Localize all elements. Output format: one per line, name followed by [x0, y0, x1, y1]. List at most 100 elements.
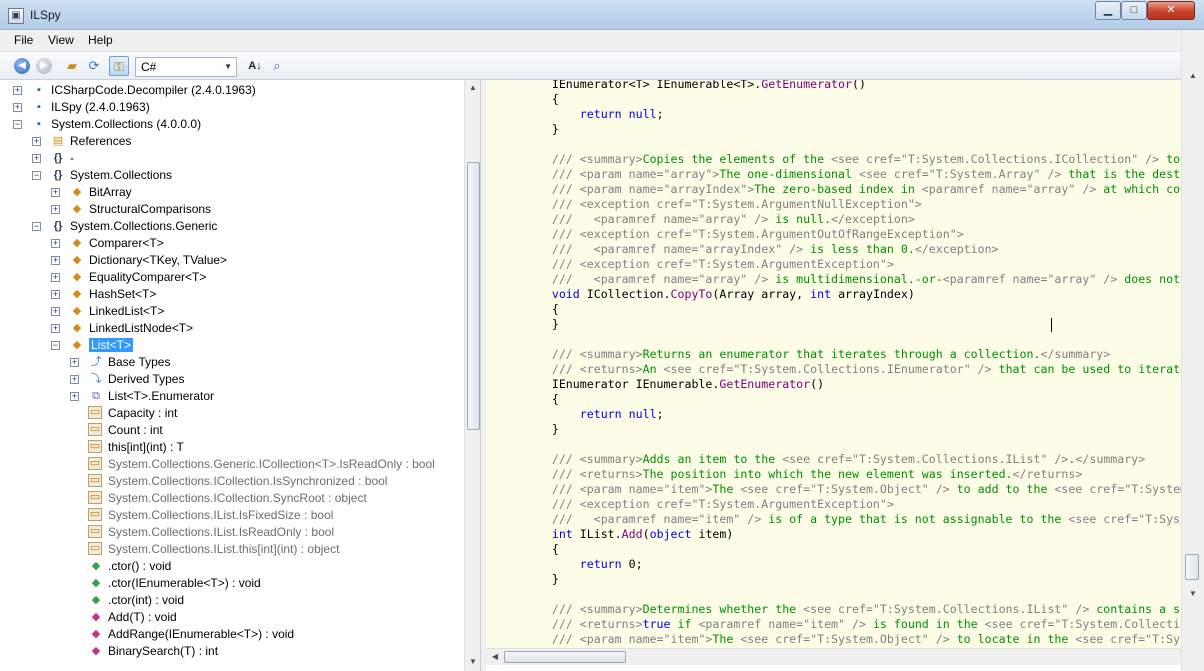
- menu-help[interactable]: Help: [88, 33, 113, 47]
- tree-item-label: BinarySearch(T) : int: [108, 644, 219, 658]
- code-token: <see cref="T:System.Object" />: [740, 632, 950, 646]
- code-token: /// <param name="item">: [496, 482, 713, 496]
- expand-icon[interactable]: +: [70, 358, 79, 367]
- tree-item[interactable]: ◆ Add(T) : void: [0, 609, 464, 626]
- assembly-tree[interactable]: + ▪ ICSharpCode.Decompiler (2.4.0.1963) + ▪ I…: [0, 80, 481, 671]
- tree-item[interactable]: ◆ .ctor() : void: [0, 558, 464, 575]
- expand-icon[interactable]: +: [51, 188, 60, 197]
- tree-item[interactable]: + ◆ StructuralComparisons: [0, 201, 464, 218]
- code-token: /// <param name="item">: [496, 632, 713, 646]
- tree-item[interactable]: − {} System.Collections: [0, 167, 464, 184]
- tree-item[interactable]: + ◆ LinkedList<T>: [0, 303, 464, 320]
- expand-icon[interactable]: +: [70, 392, 79, 401]
- expand-icon[interactable]: +: [51, 273, 60, 282]
- open-icon[interactable]: ▰: [62, 56, 82, 76]
- tree-item[interactable]: + {} -: [0, 150, 464, 167]
- scroll-down-icon[interactable]: ▼: [1185, 586, 1201, 602]
- tree-item[interactable]: ▭ System.Collections.ICollection.IsSynchr…: [0, 473, 464, 490]
- scroll-down-icon[interactable]: ▼: [465, 654, 480, 670]
- expand-icon[interactable]: +: [51, 290, 60, 299]
- method-icon: ◆: [91, 611, 101, 623]
- tree-item[interactable]: ▭ System.Collections.ICollection.SyncRoot…: [0, 490, 464, 507]
- expand-icon[interactable]: +: [32, 154, 41, 163]
- close-button[interactable]: ✕: [1147, 1, 1195, 20]
- expand-icon[interactable]: +: [51, 239, 60, 248]
- tree-item[interactable]: + ◆ HashSet<T>: [0, 286, 464, 303]
- back-icon[interactable]: ◀: [14, 58, 30, 74]
- collapse-icon[interactable]: −: [32, 222, 41, 231]
- tree-item-label: System.Collections.ICollection.SyncRoot …: [108, 491, 367, 505]
- show-all-toggle-icon[interactable]: ⚿: [109, 56, 129, 76]
- scroll-left-icon[interactable]: ◀: [487, 649, 503, 665]
- tree-item[interactable]: + ▤ References: [0, 133, 464, 150]
- expand-icon[interactable]: +: [51, 324, 60, 333]
- code-token: (Array array,: [712, 287, 811, 301]
- tree-item[interactable]: ▭ this[int](int) : T: [0, 439, 464, 456]
- collapse-icon[interactable]: −: [32, 171, 41, 180]
- tree-item[interactable]: ◆ .ctor(IEnumerable<T>) : void: [0, 575, 464, 592]
- tree-item[interactable]: − {} System.Collections.Generic: [0, 218, 464, 235]
- expand-icon[interactable]: +: [51, 307, 60, 316]
- tree-item-label: -: [70, 151, 74, 165]
- scroll-up-icon[interactable]: ▲: [465, 80, 480, 96]
- expand-icon[interactable]: +: [13, 86, 22, 95]
- scroll-up-icon[interactable]: ▲: [1185, 68, 1201, 84]
- tree-item[interactable]: ▭ System.Collections.IList.IsFixedSize : …: [0, 507, 464, 524]
- tree-item[interactable]: + ⤵ Derived Types: [0, 371, 464, 388]
- minimize-button[interactable]: ▁: [1095, 1, 1121, 20]
- code-horizontal-scrollbar[interactable]: ◀: [486, 648, 1181, 665]
- collapse-icon[interactable]: −: [51, 341, 60, 350]
- class-icon: ◆: [72, 186, 82, 198]
- tree-item[interactable]: + ◆ BitArray: [0, 184, 464, 201]
- code-line: /// <param name="arrayIndex">The zero-ba…: [496, 182, 1181, 197]
- tree-item[interactable]: + ◆ Comparer<T>: [0, 235, 464, 252]
- code-token: An: [642, 362, 664, 376]
- code-token: object: [649, 527, 692, 541]
- code-token: <see cref="T:System.Collections.ICollect…: [831, 152, 1160, 166]
- tree-item[interactable]: + ◆ LinkedListNode<T>: [0, 320, 464, 337]
- code-scrollbar[interactable]: ▲ ▼: [1181, 30, 1204, 671]
- tree-item[interactable]: ▭ Capacity : int: [0, 405, 464, 422]
- collapse-icon[interactable]: −: [13, 120, 22, 129]
- tree-item[interactable]: + ⤴ Base Types: [0, 354, 464, 371]
- tree-item[interactable]: + ⧉ List<T>.Enumerator: [0, 388, 464, 405]
- decompiled-code-view[interactable]: IEnumerator<T> IEnumerable<T>.GetEnumera…: [486, 80, 1181, 648]
- tree-item[interactable]: ◆ AddRange(IEnumerable<T>) : void: [0, 626, 464, 643]
- tree-item[interactable]: ▭ System.Collections.IList.this[int](int)…: [0, 541, 464, 558]
- tree-item[interactable]: + ◆ EqualityComparer<T>: [0, 269, 464, 286]
- tree-item-label: System.Collections: [70, 168, 173, 182]
- tree-item-label: Comparer<T>: [89, 236, 164, 250]
- menu-view[interactable]: View: [48, 33, 74, 47]
- tree-item[interactable]: − ▪ System.Collections (4.0.0.0): [0, 116, 464, 133]
- code-line: /// <exception cref="T:System.ArgumentEx…: [496, 497, 894, 512]
- tree-item[interactable]: + ▪ ICSharpCode.Decompiler (2.4.0.1963): [0, 82, 464, 99]
- expand-icon[interactable]: +: [70, 375, 79, 384]
- code-token: }: [496, 422, 559, 436]
- private-property-icon: ▭: [88, 457, 102, 470]
- tree-item[interactable]: + ▪ ILSpy (2.4.0.1963): [0, 99, 464, 116]
- forward-icon[interactable]: ▶: [36, 58, 52, 74]
- language-select[interactable]: C# ▼: [135, 57, 237, 77]
- code-line: }: [496, 122, 559, 137]
- tree-item[interactable]: ▭ Count : int: [0, 422, 464, 439]
- code-scroll-thumb[interactable]: [1185, 554, 1199, 580]
- tree-scrollbar[interactable]: ▲ ▼: [464, 80, 480, 671]
- expand-icon[interactable]: +: [32, 137, 41, 146]
- tree-item[interactable]: ▭ System.Collections.Generic.ICollection<…: [0, 456, 464, 473]
- tree-item[interactable]: ▭ System.Collections.IList.IsReadOnly : b…: [0, 524, 464, 541]
- tree-item[interactable]: ◆ .ctor(int) : void: [0, 592, 464, 609]
- code-hscroll-thumb[interactable]: [504, 651, 626, 663]
- tree-item[interactable]: − ◆ List<T>: [0, 337, 464, 354]
- expand-icon[interactable]: +: [51, 205, 60, 214]
- search-icon[interactable]: ⌕: [267, 56, 287, 76]
- expand-icon[interactable]: +: [51, 256, 60, 265]
- tree-scroll-thumb[interactable]: [467, 162, 480, 430]
- code-token: /// <paramref name="item" />: [496, 512, 762, 526]
- menu-file[interactable]: File: [14, 33, 33, 47]
- expand-icon[interactable]: +: [13, 103, 22, 112]
- tree-item[interactable]: ◆ BinarySearch(T) : int: [0, 643, 464, 660]
- sort-icon[interactable]: A↓: [245, 56, 265, 76]
- maximize-button[interactable]: □: [1121, 1, 1147, 20]
- reload-icon[interactable]: ⟳: [84, 56, 104, 76]
- tree-item[interactable]: + ◆ Dictionary<TKey, TValue>: [0, 252, 464, 269]
